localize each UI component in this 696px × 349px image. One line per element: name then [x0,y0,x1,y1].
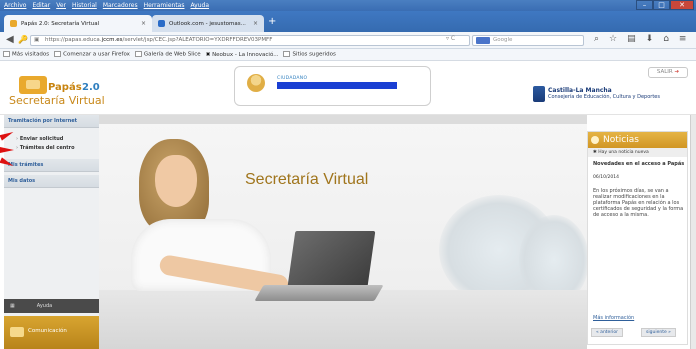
menu-bar: Archivo Editar Ver Historial Marcadores … [0,0,696,11]
help-button[interactable]: ▦ Ayuda [4,299,99,313]
logo-version: 2.0 [82,82,100,93]
window-controls: – □ ✕ [636,0,694,10]
page-scrollbar[interactable] [690,115,696,349]
bookmark-icon [54,51,62,58]
key-icon: 🔑 [18,35,28,44]
menu-herramientas[interactable]: Herramientas [144,2,185,9]
page-header: Papás 2.0 Secretaría Virtual CIUDADANO S… [0,61,696,115]
user-role-label: CIUDADANO [277,76,308,81]
news-title: Novedades en el acceso a Papás [593,161,685,167]
tab-outlook[interactable]: Outlook.com - jesustomas... × [152,15,264,32]
reload-icon[interactable]: ▿ C [446,35,455,42]
papas-favicon-icon [10,20,17,27]
news-body: En los próximos días, se van a realizar … [593,188,684,218]
news-panel: Noticias ✱ Hay una noticia nueva Novedad… [587,131,688,345]
news-date: 06/10/2014 [593,175,619,180]
more-info-link[interactable]: Más información [593,315,634,321]
communication-button[interactable]: Comunicación [4,316,99,349]
menu-editar[interactable]: Editar [32,2,50,9]
laptop-base [254,285,384,301]
gov-title: Castilla-La Mancha [548,87,612,94]
bookmark-neobux[interactable]: ✖ Neobux - La Innovació... [206,52,279,58]
sidebar-section-tramitacion[interactable]: Tramitación por Internet [4,115,99,128]
news-pagination: « anterior siguiente » [591,328,676,337]
bookmark-icon [283,51,291,58]
url-bar[interactable]: ▣ https://papas.educa.jccm.es/servlet/js… [30,35,470,46]
menu-archivo[interactable]: Archivo [4,2,26,9]
url-rest: /servlet/jsp/CEC.jsp?ALEATORIO=YXDRFFDRE… [122,37,273,43]
logo-subtitle: Secretaría Virtual [9,94,105,107]
help-icon: ▦ [10,303,15,309]
menu-marcadores[interactable]: Marcadores [103,2,138,9]
redacted-user-name [277,82,397,89]
bookmark-comenzar[interactable]: Comenzar a usar Firefox [54,51,130,58]
papas-logo-icon [19,76,47,94]
bookmark-galeria[interactable]: Galería de Web Slice [134,51,201,58]
lock-icon: ▣ [34,37,40,43]
sidebar: Tramitación por Internet Enviar solicitu… [4,115,99,349]
sidebar-item-tramites-centro[interactable]: Trámites del centro [4,144,99,152]
menu-ver[interactable]: Ver [56,2,66,9]
bullet-icon: ✱ [593,150,597,155]
new-tab-button[interactable]: + [268,16,276,27]
close-tab-icon[interactable]: × [253,20,258,27]
logout-button[interactable]: SALIR ➔ [648,67,688,78]
download-icon[interactable]: ⬇ [646,34,654,44]
sidebar-item-enviar-solicitud[interactable]: Enviar solicitud [4,135,99,143]
tab-label: Outlook.com - jesustomas... [169,20,246,27]
menu-ayuda[interactable]: Ayuda [190,2,209,9]
search-placeholder: Google [493,37,513,43]
outlook-favicon-icon [158,20,165,27]
woman-face [155,155,197,207]
bookmark-icon [134,51,142,58]
next-button[interactable]: siguiente » [641,328,676,337]
close-tab-icon[interactable]: × [141,20,146,27]
url-domain: jccm.es [101,37,123,43]
search-icon[interactable]: ⌕ [594,34,599,44]
page-title: Secretaría Virtual [245,171,369,188]
gov-subtitle: Consejería de Educación, Cultura y Depor… [548,94,660,100]
sidebar-item-mis-datos[interactable]: Mis datos [4,175,99,188]
news-new-count: ✱ Hay una noticia nueva [588,148,687,157]
main-content: Secretaría Virtual [99,115,589,349]
castilla-la-mancha-crest-icon [533,86,545,102]
content-top-strip [99,115,587,124]
bookmark-mas-visitados[interactable]: Más visitados [3,51,49,58]
toolbar-icons: ⌕ ☆ ▤ ⬇ ⌂ ≡ [594,34,686,44]
bookmarks-bar: Más visitados Comenzar a usar Firefox Ga… [0,49,696,61]
news-header: Noticias [588,132,687,148]
red-arrow-annotation [0,147,14,153]
maximize-icon[interactable]: □ [653,0,670,10]
exit-arrow-icon: ➔ [674,69,680,75]
url-prefix: https://papas.educa. [45,37,102,43]
tab-label: Papás 2.0: Secretaría Virtual [21,20,100,27]
bookmark-sitios[interactable]: Sitios sugeridos [283,51,336,58]
sidebar-item-mis-tramites[interactable]: Mis trámites [4,159,99,172]
star-icon[interactable]: ☆ [609,34,617,44]
user-box: CIUDADANO [234,66,431,106]
logo-papas: Papás [48,82,82,93]
avatar [247,74,265,92]
communication-icon [10,327,24,337]
close-window-icon[interactable]: ✕ [670,0,694,10]
bookmark-icon [3,51,10,58]
news-icon [591,136,599,144]
neobux-icon: ✖ [205,51,211,58]
laptop-icon [286,231,376,293]
clipboard-icon[interactable]: ▤ [627,34,636,44]
home-icon[interactable]: ⌂ [663,34,669,44]
search-engine-icon[interactable] [476,37,490,44]
previous-button[interactable]: « anterior [591,328,624,337]
navigation-bar: ◀ 🔑 ▣ https://papas.educa.jccm.es/servle… [0,32,696,49]
menu-historial[interactable]: Historial [72,2,97,9]
tab-papas[interactable]: Papás 2.0: Secretaría Virtual × [4,15,152,32]
back-icon[interactable]: ◀ [6,34,14,45]
menu-icon[interactable]: ≡ [679,34,687,44]
search-input[interactable]: Google [472,35,584,46]
tab-bar: Papás 2.0: Secretaría Virtual × Outlook.… [0,11,696,32]
minimize-icon[interactable]: – [636,0,653,10]
